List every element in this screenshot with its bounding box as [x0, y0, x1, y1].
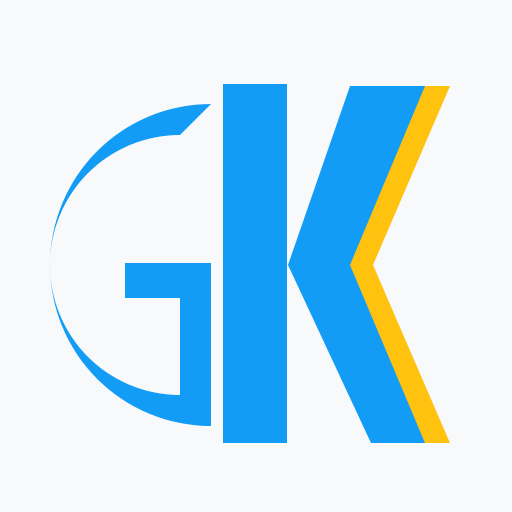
k-stem-shape — [223, 84, 287, 443]
g-letter-shape — [49, 104, 211, 426]
gk-logo-icon — [49, 84, 450, 443]
app-icon-canvas — [0, 0, 512, 512]
